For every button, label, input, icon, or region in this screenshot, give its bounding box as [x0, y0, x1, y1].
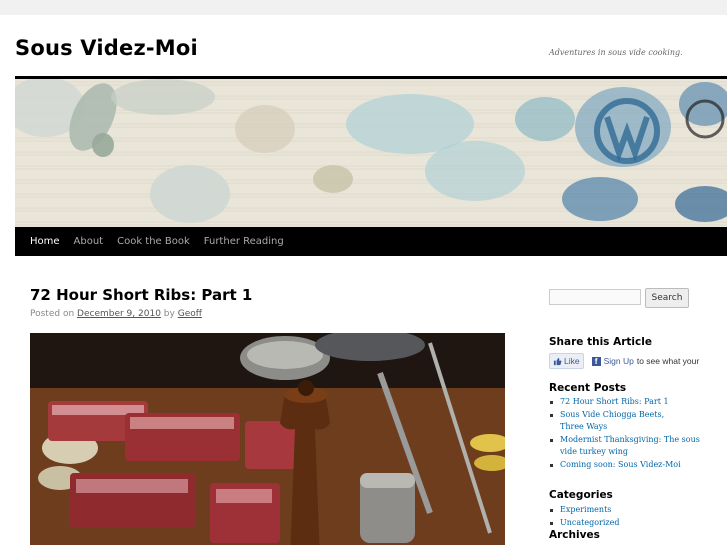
post-title[interactable]: 72 Hour Short Ribs: Part 1: [30, 285, 505, 305]
main-navigation: Home About Cook the Book Further Reading: [15, 227, 727, 256]
post-meta-prefix: Posted on: [30, 309, 75, 319]
nav-menu: Home About Cook the Book Further Reading: [23, 227, 291, 256]
facebook-like-widget: Like f Sign Up to see what your: [549, 353, 699, 369]
list-item: Uncategorized: [549, 517, 619, 530]
facebook-like-label: Like: [564, 356, 580, 366]
nav-item-cook-the-book[interactable]: Cook the Book: [110, 227, 197, 256]
list-item: Coming soon: Sous Videz-Moi: [549, 459, 700, 472]
post-meta-by: by: [163, 309, 175, 319]
nav-item-further-reading[interactable]: Further Reading: [197, 227, 291, 256]
watercolor-banner-art: [15, 79, 727, 227]
category-link[interactable]: Experiments: [560, 505, 611, 514]
search-input[interactable]: [549, 289, 641, 305]
recent-post-link-line2[interactable]: vide turkey wing: [560, 447, 628, 456]
categories-title: Categories: [549, 489, 613, 501]
recent-post-link[interactable]: Sous Vide Chiogga Beets, Three Ways: [560, 410, 664, 432]
post-meta: Posted on December 9, 2010 by Geoff: [30, 308, 505, 320]
post-date-link[interactable]: December 9, 2010: [77, 309, 161, 319]
facebook-signup-text: to see what your: [636, 356, 700, 366]
recent-posts-title: Recent Posts: [549, 382, 627, 394]
facebook-icon: f: [591, 356, 601, 366]
nav-item-about[interactable]: About: [67, 227, 111, 256]
short-ribs-photo: [30, 333, 505, 545]
share-widget-title: Share this Article: [549, 336, 652, 348]
list-item: Experiments: [549, 504, 619, 517]
category-link[interactable]: Uncategorized: [560, 518, 619, 527]
post-author-link[interactable]: Geoff: [178, 309, 202, 319]
recent-post-link[interactable]: 72 Hour Short Ribs: Part 1: [560, 397, 669, 406]
post-header: 72 Hour Short Ribs: Part 1 Posted on Dec…: [30, 285, 505, 320]
recent-post-link-line1[interactable]: Modernist Thanksgiving: The sous: [560, 435, 700, 444]
nav-item-home[interactable]: Home: [23, 227, 67, 256]
search-button[interactable]: Search: [645, 288, 689, 308]
recent-posts-list: 72 Hour Short Ribs: Part 1 Sous Vide Chi…: [549, 396, 700, 471]
list-item: Modernist Thanksgiving: The sous vide tur…: [549, 434, 700, 459]
facebook-signup-link[interactable]: Sign Up: [604, 356, 634, 366]
facebook-like-button[interactable]: Like: [549, 353, 584, 369]
thumbs-up-icon: [553, 357, 562, 365]
list-item: Sous Vide Chiogga Beets, Three Ways: [549, 409, 700, 434]
archives-title: Archives: [549, 529, 600, 541]
header-banner-image: [15, 79, 727, 227]
recent-post-link[interactable]: Modernist Thanksgiving: The sous vide tur…: [560, 435, 700, 457]
recent-post-link-line2[interactable]: Three Ways: [560, 422, 607, 431]
list-item: 72 Hour Short Ribs: Part 1: [549, 396, 700, 409]
page-wrapper: Sous Videz-Moi Adventures in sous vide c…: [0, 15, 727, 545]
recent-post-link[interactable]: Coming soon: Sous Videz-Moi: [560, 460, 681, 469]
post-featured-image: [30, 333, 505, 545]
recent-post-link-line1[interactable]: Sous Vide Chiogga Beets,: [560, 410, 664, 419]
site-description: Adventures in sous vide cooking.: [549, 48, 683, 57]
categories-list: Experiments Uncategorized: [549, 504, 619, 529]
site-title[interactable]: Sous Videz-Moi: [15, 36, 198, 60]
